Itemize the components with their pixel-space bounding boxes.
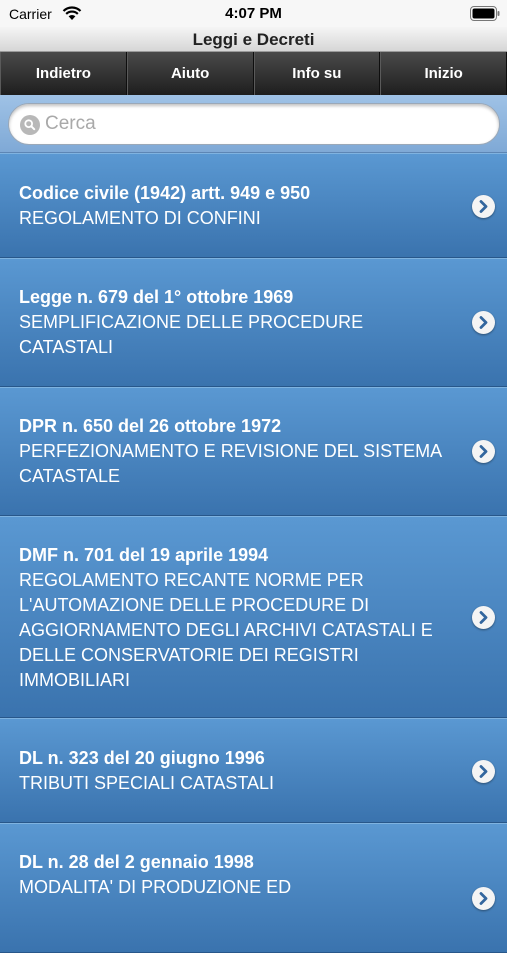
page-title: Leggi e Decreti [0, 27, 507, 52]
chevron-right-icon [472, 440, 495, 463]
item-title: DL n. 28 del 2 gennaio 1998 [19, 852, 254, 872]
list-item[interactable]: DPR n. 650 del 26 ottobre 1972 PERFEZION… [0, 387, 507, 516]
battery-icon [470, 6, 500, 21]
item-subtitle: MODALITA' DI PRODUZIONE ED [19, 877, 292, 897]
search-icon [20, 115, 40, 135]
nav-toolbar: Indietro Aiuto Info su Inizio [0, 52, 507, 95]
item-title: Codice civile (1942) artt. 949 e 950 [19, 183, 311, 203]
chevron-right-icon [472, 760, 495, 783]
chevron-right-icon [472, 606, 495, 629]
home-button[interactable]: Inizio [380, 52, 507, 95]
item-title: DPR n. 650 del 26 ottobre 1972 [19, 416, 282, 436]
list-item[interactable]: DMF n. 701 del 19 aprile 1994 REGOLAMENT… [0, 516, 507, 718]
list-item[interactable]: DL n. 28 del 2 gennaio 1998 MODALITA' DI… [0, 823, 507, 953]
item-title: DMF n. 701 del 19 aprile 1994 [19, 545, 269, 565]
chevron-right-icon [472, 311, 495, 334]
status-bar: Carrier 4:07 PM [0, 0, 507, 27]
search-input[interactable] [45, 104, 485, 144]
item-subtitle: REGOLAMENTO DI CONFINI [19, 208, 261, 228]
chevron-right-icon [472, 887, 495, 910]
list-item[interactable]: DL n. 323 del 20 giugno 1996 TRIBUTI SPE… [0, 718, 507, 823]
clock: 4:07 PM [225, 5, 282, 22]
item-subtitle: PERFEZIONAMENTO E REVISIONE DEL SISTEMA … [19, 441, 442, 486]
search-field[interactable] [8, 103, 500, 145]
item-subtitle: REGOLAMENTO RECANTE NORME PER L'AUTOMAZI… [19, 570, 433, 690]
item-subtitle: SEMPLIFICAZIONE DELLE PROCEDURE CATASTAL… [19, 312, 364, 357]
help-button[interactable]: Aiuto [126, 52, 254, 95]
item-title: DL n. 323 del 20 giugno 1996 [19, 748, 265, 768]
laws-list: Codice civile (1942) artt. 949 e 950 REG… [0, 153, 507, 953]
item-title: Legge n. 679 del 1° ottobre 1969 [19, 287, 294, 307]
list-item[interactable]: Legge n. 679 del 1° ottobre 1969 SEMPLIF… [0, 258, 507, 387]
chevron-right-icon [472, 195, 495, 218]
info-button[interactable]: Info su [253, 52, 381, 95]
search-bar [0, 95, 507, 153]
item-subtitle: TRIBUTI SPECIALI CATASTALI [19, 773, 275, 793]
back-button[interactable]: Indietro [0, 52, 127, 95]
list-item[interactable]: Codice civile (1942) artt. 949 e 950 REG… [0, 153, 507, 258]
